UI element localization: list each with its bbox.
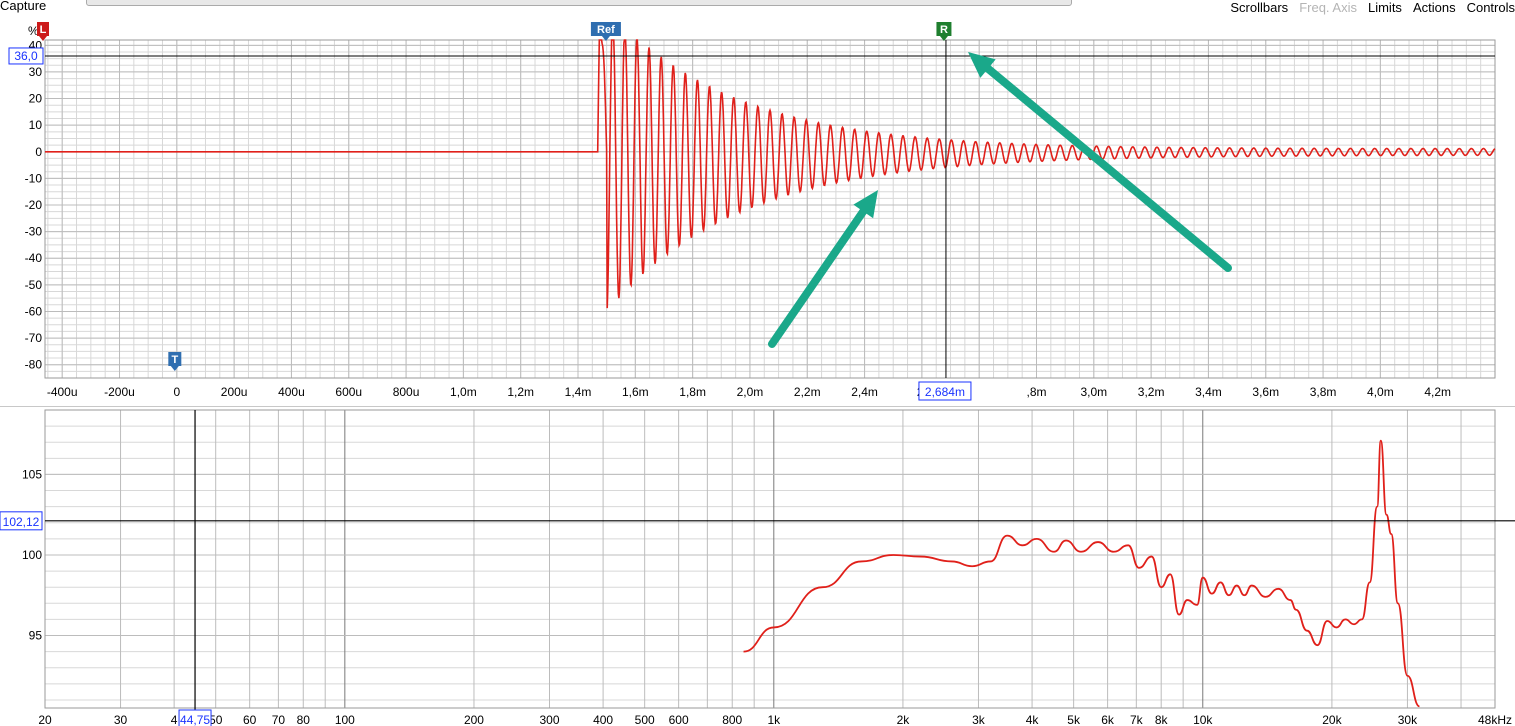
x-tick-label: 200 [464, 713, 484, 726]
x-tick-label: 5k [1067, 713, 1081, 726]
x-tick-label: 1,8m [679, 385, 706, 399]
y-tick-label: -40 [25, 251, 43, 265]
x-tick-label: 3k [972, 713, 986, 726]
t-marker-label: T [171, 354, 178, 366]
x-tick-label: 1k [767, 713, 781, 726]
right-marker[interactable]: R [936, 22, 952, 41]
x-tick-label: 2,0m [737, 385, 764, 399]
right-marker-label: R [940, 24, 948, 36]
x-tick-label: 800u [393, 385, 420, 399]
x-tick-label: 3,6m [1252, 385, 1279, 399]
x-tick-label: 10k [1193, 713, 1213, 726]
x-tick-label: 3,8m [1310, 385, 1337, 399]
y-cursor-readout: 36,0 [14, 49, 38, 63]
x-tick-label: 30k [1398, 713, 1418, 726]
ref-marker-label: Ref [597, 24, 615, 36]
x-tick-label: 200u [221, 385, 248, 399]
x-cursor-readout: 44,75 [180, 713, 210, 726]
y-tick-label: -80 [25, 358, 43, 372]
x-tick-label: 500 [635, 713, 655, 726]
y-tick-label: 20 [29, 92, 43, 106]
x-tick-label: 2,4m [851, 385, 878, 399]
impulse-response-plot[interactable]: -80-70-60-50-40-30-20-10010203040%-400u -… [0, 0, 1515, 406]
ref-marker[interactable]: Ref [590, 22, 621, 41]
x-tick-label: 3,0m [1080, 385, 1107, 399]
x-tick-label: 4k [1026, 713, 1040, 726]
x-cursor-readout: 2,684m [925, 385, 965, 399]
x-tick-label: 1,2m [507, 385, 534, 399]
y-tick-label: 10 [29, 118, 43, 132]
x-tick-label: 1,0m [450, 385, 477, 399]
x-tick-label: -400u [47, 385, 78, 399]
x-tick-label: 60 [243, 713, 257, 726]
y-tick-label: 100 [22, 548, 42, 562]
x-tick-label: 600 [669, 713, 689, 726]
x-tick-label: 1,6m [622, 385, 649, 399]
y-cursor-readout: 102,12 [3, 515, 40, 529]
y-tick-label: 30 [29, 65, 43, 79]
y-tick-label: -50 [25, 278, 43, 292]
x-tick-label: 300 [539, 713, 559, 726]
x-tick-label: 600u [335, 385, 362, 399]
y-tick-label: 95 [29, 629, 43, 643]
x-tick-label: 80 [297, 713, 311, 726]
t-marker[interactable]: T [168, 352, 182, 371]
x-tick-label: 20 [38, 713, 52, 726]
x-tick-label: 3,4m [1195, 385, 1222, 399]
x-tick-label: 800 [722, 713, 742, 726]
x-tick-label: 1,4m [565, 385, 592, 399]
x-tick-label: 48kHz [1478, 713, 1512, 726]
y-tick-label: -70 [25, 331, 43, 345]
x-tick-label: 20k [1322, 713, 1342, 726]
x-tick-label: 8k [1155, 713, 1169, 726]
plot-frame [44, 409, 1496, 709]
x-tick-label: 400u [278, 385, 305, 399]
frequency-response-plot[interactable]: dB95100105203045060708010020030040050060… [0, 406, 1515, 726]
x-tick-label: 70 [272, 713, 286, 726]
x-tick-label: 7k [1130, 713, 1144, 726]
x-tick-label: 0 [173, 385, 180, 399]
x-tick-label: 4,2m [1424, 385, 1451, 399]
x-tick-label: 400 [593, 713, 613, 726]
y-tick-label: 0 [35, 145, 42, 159]
x-tick-label: -200u [104, 385, 135, 399]
y-tick-label: -60 [25, 304, 43, 318]
frequency-trace [743, 439, 1420, 708]
x-tick-label: 4,0m [1367, 385, 1394, 399]
x-tick-label: 100 [335, 713, 355, 726]
x-tick-label: 3,2m [1138, 385, 1165, 399]
annotation-arrow-left [768, 190, 878, 348]
x-tick-label: 6k [1101, 713, 1115, 726]
x-tick-label: 30 [114, 713, 128, 726]
x-tick-label: 2k [897, 713, 911, 726]
y-tick-label: -10 [25, 171, 43, 185]
x-tick-label: ,8m [1026, 385, 1046, 399]
left-marker-label: L [40, 24, 47, 36]
x-tick-label: 4 [171, 713, 178, 726]
y-tick-label: 105 [22, 467, 42, 481]
y-tick-label: -30 [25, 225, 43, 239]
x-tick-label: 2,2m [794, 385, 821, 399]
y-tick-label: -20 [25, 198, 43, 212]
